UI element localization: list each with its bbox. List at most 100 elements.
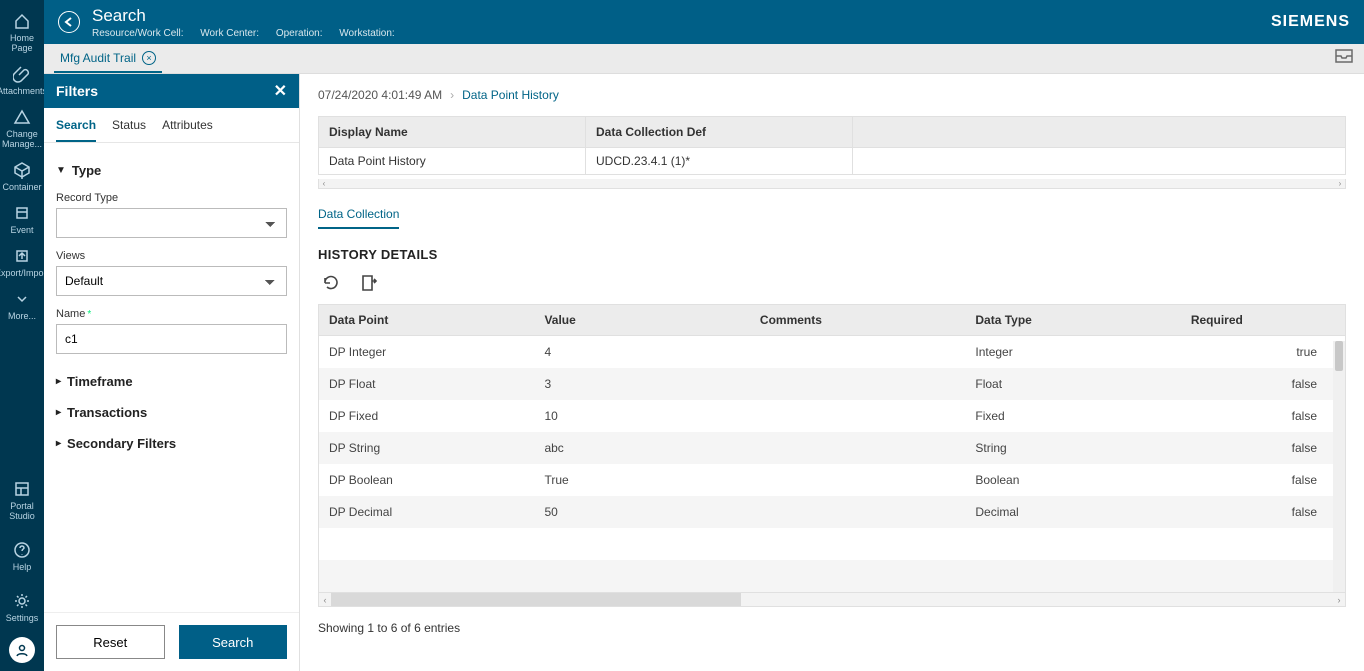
rail-label: Change Manage...: [0, 129, 44, 149]
rail-event[interactable]: Event: [0, 198, 44, 241]
nav-rail: Home Page Attachments Change Manage... C…: [0, 0, 44, 671]
rail-label: Home Page: [0, 33, 44, 53]
filters-header: Filters ✕: [44, 74, 299, 108]
cell-comments: [750, 464, 965, 496]
grid-h-scrollbar[interactable]: ‹›: [318, 593, 1346, 607]
table-row[interactable]: DP BooleanTrueBooleanfalse: [319, 464, 1345, 496]
views-label: Views: [56, 250, 287, 262]
col-data-type[interactable]: Data Type: [965, 305, 1180, 336]
record-type-label: Record Type: [56, 192, 287, 204]
cell-data-point: DP Float: [319, 368, 534, 400]
cell-required: false: [1181, 400, 1345, 432]
help-icon: [13, 541, 31, 559]
cell-required: false: [1181, 496, 1345, 528]
section-timeframe[interactable]: ▸Timeframe: [56, 366, 287, 397]
filters-title: Filters: [56, 83, 98, 99]
cell-value: 10: [534, 400, 749, 432]
export-icon: [13, 247, 31, 265]
filter-tab-attributes[interactable]: Attributes: [162, 118, 213, 142]
detail-pane: 07/24/2020 4:01:49 AM › Data Point Histo…: [300, 74, 1364, 671]
grid-v-scrollbar[interactable]: [1333, 341, 1345, 592]
context-bar: Resource/Work Cell: Work Center: Operati…: [92, 28, 409, 39]
col-comments[interactable]: Comments: [750, 305, 965, 336]
inbox-button[interactable]: [1334, 48, 1354, 69]
info-col-data-collection-def: Data Collection Def: [586, 117, 853, 148]
rail-change-manage[interactable]: Change Manage...: [0, 102, 44, 155]
back-button[interactable]: [58, 11, 80, 33]
history-title: HISTORY DETAILS: [318, 247, 1346, 262]
table-row-empty: [319, 528, 1345, 560]
table-row[interactable]: DP Float3Floatfalse: [319, 368, 1345, 400]
caret-right-icon: ▸: [56, 438, 61, 449]
cell-value: 50: [534, 496, 749, 528]
info-h-scrollbar[interactable]: ‹›: [318, 179, 1346, 189]
cell-value: abc: [534, 432, 749, 464]
info-data-collection-def: UDCD.23.4.1 (1)*: [586, 148, 853, 175]
tab-mfg-audit-trail[interactable]: Mfg Audit Trail ×: [54, 44, 162, 73]
rail-help[interactable]: Help: [0, 535, 44, 578]
ctx-operation: Operation:: [276, 28, 323, 39]
section-type[interactable]: ▼Type: [56, 155, 287, 186]
refresh-button[interactable]: [318, 270, 344, 296]
cell-data-point: DP Integer: [319, 336, 534, 369]
reset-button[interactable]: Reset: [56, 625, 165, 659]
col-required[interactable]: Required: [1181, 305, 1345, 336]
close-filters-icon[interactable]: ✕: [274, 81, 287, 101]
breadcrumb: 07/24/2020 4:01:49 AM › Data Point Histo…: [318, 88, 1346, 102]
chevron-down-icon: [13, 290, 31, 308]
rail-settings[interactable]: Settings: [0, 586, 44, 629]
tab-close-icon[interactable]: ×: [142, 51, 156, 65]
table-row[interactable]: DP StringabcStringfalse: [319, 432, 1345, 464]
ctx-workcenter: Work Center:: [200, 28, 259, 39]
cube-icon: [13, 161, 31, 179]
cell-data-type: String: [965, 432, 1180, 464]
rail-portal-studio[interactable]: Portal Studio: [0, 474, 44, 527]
rail-label: Container: [2, 182, 41, 192]
rail-attachments[interactable]: Attachments: [0, 59, 44, 102]
table-row[interactable]: DP Integer4Integertrue: [319, 336, 1345, 369]
search-button[interactable]: Search: [179, 625, 288, 659]
filters-panel: Filters ✕ Search Status Attributes ▼Type…: [44, 74, 300, 671]
inbox-icon: [1334, 48, 1354, 64]
table-row[interactable]: DP Decimal50Decimalfalse: [319, 496, 1345, 528]
cell-data-type: Boolean: [965, 464, 1180, 496]
export-button[interactable]: [356, 270, 382, 296]
ctx-workstation: Workstation:: [339, 28, 394, 39]
table-row[interactable]: DP Fixed10Fixedfalse: [319, 400, 1345, 432]
rail-more[interactable]: More...: [0, 284, 44, 327]
app-header: Search Resource/Work Cell: Work Center: …: [44, 0, 1364, 44]
rail-label: Export/Import: [0, 268, 49, 278]
col-data-point[interactable]: Data Point: [319, 305, 534, 336]
paperclip-icon: [13, 65, 31, 83]
refresh-icon: [321, 273, 341, 293]
filter-tab-search[interactable]: Search: [56, 118, 96, 142]
layout-icon: [13, 480, 31, 498]
cell-comments: [750, 400, 965, 432]
triangle-icon: [13, 108, 31, 126]
caret-right-icon: ▸: [56, 407, 61, 418]
section-secondary-filters[interactable]: ▸Secondary Filters: [56, 428, 287, 459]
filter-tab-status[interactable]: Status: [112, 118, 146, 142]
section-transactions[interactable]: ▸Transactions: [56, 397, 287, 428]
views-select[interactable]: Default: [56, 266, 287, 296]
name-input[interactable]: [56, 324, 287, 354]
cell-value: 3: [534, 368, 749, 400]
cell-required: false: [1181, 368, 1345, 400]
cell-value: 4: [534, 336, 749, 369]
caret-down-icon: ▼: [56, 165, 66, 176]
breadcrumb-current: Data Point History: [462, 88, 559, 102]
caret-right-icon: ▸: [56, 376, 61, 387]
cell-data-point: DP Decimal: [319, 496, 534, 528]
arrow-left-icon: [63, 16, 75, 28]
user-avatar[interactable]: [9, 637, 35, 663]
tab-data-collection[interactable]: Data Collection: [318, 207, 399, 229]
info-display-name: Data Point History: [319, 148, 586, 175]
col-value[interactable]: Value: [534, 305, 749, 336]
rail-home[interactable]: Home Page: [0, 6, 44, 59]
rail-label: Portal Studio: [0, 501, 44, 521]
rail-export-import[interactable]: Export/Import: [0, 241, 44, 284]
filter-tabs: Search Status Attributes: [44, 108, 299, 143]
rail-container[interactable]: Container: [0, 155, 44, 198]
breadcrumb-prev[interactable]: 07/24/2020 4:01:49 AM: [318, 88, 442, 102]
record-type-select[interactable]: [56, 208, 287, 238]
